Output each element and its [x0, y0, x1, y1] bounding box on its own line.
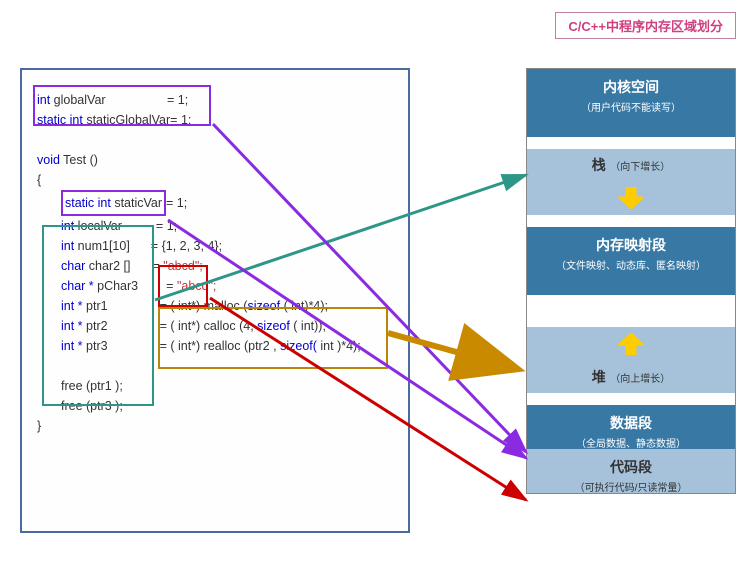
- code-line: {: [37, 170, 393, 190]
- highlight-malloc-brown: [158, 307, 388, 369]
- mem-code-segment: 代码段 （可执行代码/只读常量）: [527, 449, 735, 493]
- mem-gap: [527, 295, 735, 327]
- mem-stack: 栈 （向下增长）: [527, 149, 735, 181]
- mem-mmap: 内存映射段 （文件映射、动态库、匿名映射）: [527, 227, 735, 295]
- code-line: }: [37, 416, 393, 436]
- code-line: static int staticVar= 1;: [37, 190, 393, 216]
- highlight-locals-green: [42, 225, 154, 406]
- mem-gap: [527, 137, 735, 149]
- memory-layout: 内核空间 （用户代码不能读写） 栈 （向下增长） 内存映射段 （文件映射、动态库…: [526, 68, 736, 494]
- arrow-down-icon: [527, 181, 735, 215]
- mem-heap: 堆 （向上增长）: [527, 361, 735, 393]
- highlight-globals-purple: [33, 85, 211, 126]
- mem-gap: [527, 393, 735, 405]
- mem-gap: [527, 215, 735, 227]
- diagram-title: C/C++中程序内存区域划分: [555, 12, 736, 39]
- mem-kernel-space: 内核空间 （用户代码不能读写）: [527, 69, 735, 137]
- mem-data-segment: 数据段 （全局数据、静态数据）: [527, 405, 735, 449]
- arrow-up-icon: [527, 327, 735, 361]
- highlight-strings-red: [158, 265, 208, 307]
- code-line: void Test (): [37, 150, 393, 170]
